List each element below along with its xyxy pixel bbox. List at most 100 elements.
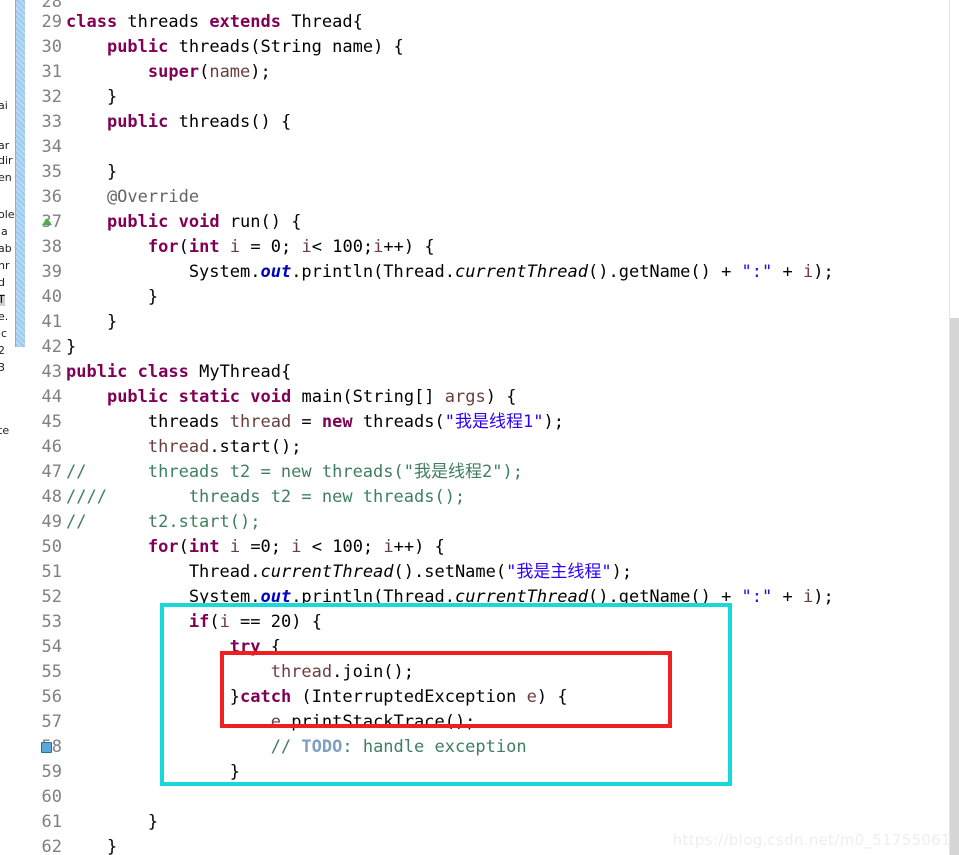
code-line[interactable]: } bbox=[66, 835, 117, 855]
code-line[interactable]: for(int i = 0; i< 100;i++) { bbox=[66, 235, 435, 260]
code-token: e bbox=[270, 712, 281, 732]
code-line[interactable]: System.out.println(Thread.currentThread(… bbox=[66, 260, 834, 285]
code-line[interactable]: } bbox=[66, 85, 117, 110]
code-token: System. bbox=[66, 262, 261, 282]
side-panel-fragment[interactable]: e. bbox=[0, 311, 8, 323]
line-number: 38 bbox=[41, 237, 62, 257]
code-token: : handle exception bbox=[342, 737, 527, 757]
code-token: i bbox=[802, 262, 814, 282]
side-panel-fragment[interactable]: lc bbox=[0, 328, 7, 340]
side-panel-fragment[interactable]: 2 bbox=[0, 345, 5, 357]
line-number: 30 bbox=[41, 37, 62, 57]
code-line[interactable]: if(i == 20) { bbox=[66, 610, 322, 635]
side-panel-fragment[interactable]: ai bbox=[0, 100, 8, 112]
code-token: ); bbox=[611, 562, 633, 582]
override-indicator-icon[interactable] bbox=[42, 218, 52, 225]
line-number: 36 bbox=[41, 187, 62, 207]
code-line[interactable]: } bbox=[66, 335, 76, 360]
code-token: i bbox=[229, 237, 241, 257]
code-token: = bbox=[291, 412, 322, 432]
code-token: thread bbox=[147, 437, 210, 457]
code-token: .join(); bbox=[332, 662, 415, 682]
code-line[interactable]: thread.start(); bbox=[66, 435, 302, 460]
line-number: 56 bbox=[41, 687, 62, 707]
code-line[interactable]: } bbox=[66, 160, 117, 185]
code-line[interactable]: // TODO: handle exception bbox=[66, 735, 527, 760]
code-line[interactable]: class threads extends Thread{ bbox=[66, 10, 363, 35]
line-number: 50 bbox=[41, 537, 62, 557]
line-number: 43 bbox=[41, 362, 62, 382]
code-line[interactable]: public class MyThread{ bbox=[66, 360, 291, 385]
line-number-gutter[interactable]: 28 29 30 31 32 33 34 35 36 37 38 39 40 41 42 43 44 45 46 47… bbox=[25, 0, 65, 855]
code-token: try bbox=[229, 637, 261, 657]
side-panel-fragment[interactable]: nr bbox=[0, 260, 10, 272]
code-line[interactable]: public threads() { bbox=[66, 110, 291, 135]
code-token: threads() { bbox=[168, 112, 292, 132]
code-token: == 20) { bbox=[229, 612, 322, 632]
truncated-left-panel[interactable]: ai ar dir en ole la ab nr dTe. lc 2 3 te bbox=[0, 0, 16, 855]
side-panel-fragment[interactable]: ole bbox=[0, 209, 15, 221]
code-token: currentThread bbox=[454, 587, 589, 607]
vertical-scrollbar-track[interactable] bbox=[949, 0, 959, 855]
code-line[interactable]: for(int i =0; i < 100; i++) { bbox=[66, 535, 445, 560]
code-line[interactable]: } bbox=[66, 310, 117, 335]
code-token: ().getName() + bbox=[588, 587, 742, 607]
code-token: ); bbox=[813, 587, 834, 607]
code-line[interactable]: try { bbox=[66, 635, 281, 660]
side-panel-fragment[interactable]: dir bbox=[0, 155, 13, 167]
line-number: 35 bbox=[41, 162, 62, 182]
side-panel-fragment[interactable]: d bbox=[0, 277, 5, 289]
code-token: ++) { bbox=[393, 537, 445, 557]
code-line[interactable]: //// threads t2 = new threads(); bbox=[66, 485, 465, 510]
code-token: .start(); bbox=[209, 437, 302, 457]
code-line[interactable]: e.printStackTrace(); bbox=[66, 710, 476, 735]
code-line[interactable]: } bbox=[66, 760, 240, 785]
code-token: ( bbox=[178, 537, 189, 557]
code-line[interactable]: // t2.start(); bbox=[66, 510, 260, 535]
code-token: threads bbox=[117, 12, 210, 32]
code-token: out bbox=[260, 262, 292, 282]
code-line[interactable]: public static void main(String[] args) { bbox=[66, 385, 517, 410]
code-line[interactable]: Thread.currentThread().setName("我是主线程"); bbox=[66, 560, 632, 585]
line-number: 51 bbox=[41, 562, 62, 582]
code-line[interactable]: thread.join(); bbox=[66, 660, 414, 685]
code-token: TODO bbox=[301, 737, 343, 757]
code-line[interactable]: // threads t2 = new threads("我是线程2"); bbox=[66, 460, 523, 485]
todo-task-marker-icon[interactable] bbox=[41, 742, 52, 753]
code-line[interactable]: System.out.println(Thread.currentThread(… bbox=[66, 585, 834, 610]
code-text-area[interactable]: class threads extends Thread{ public thr… bbox=[66, 0, 950, 855]
side-panel-fragment[interactable]: 3 bbox=[0, 362, 5, 374]
code-line[interactable]: }catch (InterruptedException e) { bbox=[66, 685, 568, 710]
side-panel-fragment[interactable]: ab bbox=[0, 243, 12, 255]
side-panel-fragment[interactable]: T bbox=[0, 294, 5, 306]
vertical-scrollbar-thumb[interactable] bbox=[950, 318, 959, 855]
code-token: catch bbox=[240, 687, 292, 707]
line-number: 52 bbox=[41, 587, 62, 607]
code-line[interactable]: super(name); bbox=[66, 60, 271, 85]
code-line[interactable]: } bbox=[66, 285, 158, 310]
code-line[interactable]: public threads(String name) { bbox=[66, 35, 404, 60]
side-panel-fragment[interactable]: ar bbox=[0, 140, 9, 152]
side-panel-fragment[interactable]: la bbox=[0, 226, 8, 238]
code-line[interactable]: @Override bbox=[66, 185, 199, 210]
code-token: threads( bbox=[352, 412, 445, 432]
code-token: i bbox=[229, 537, 241, 557]
side-panel-fragment[interactable]: te bbox=[0, 425, 9, 437]
code-token: i bbox=[802, 587, 814, 607]
code-line[interactable]: public void run() { bbox=[66, 210, 302, 235]
code-line[interactable]: } bbox=[66, 810, 158, 835]
code-token: extends bbox=[209, 12, 281, 32]
code-line[interactable]: threads thread = new threads("我是线程1"); bbox=[66, 410, 564, 435]
code-token: static bbox=[178, 387, 241, 407]
code-token: < 100; bbox=[311, 237, 374, 257]
line-number: 40 bbox=[41, 287, 62, 307]
side-panel-fragment[interactable]: en bbox=[0, 172, 12, 184]
